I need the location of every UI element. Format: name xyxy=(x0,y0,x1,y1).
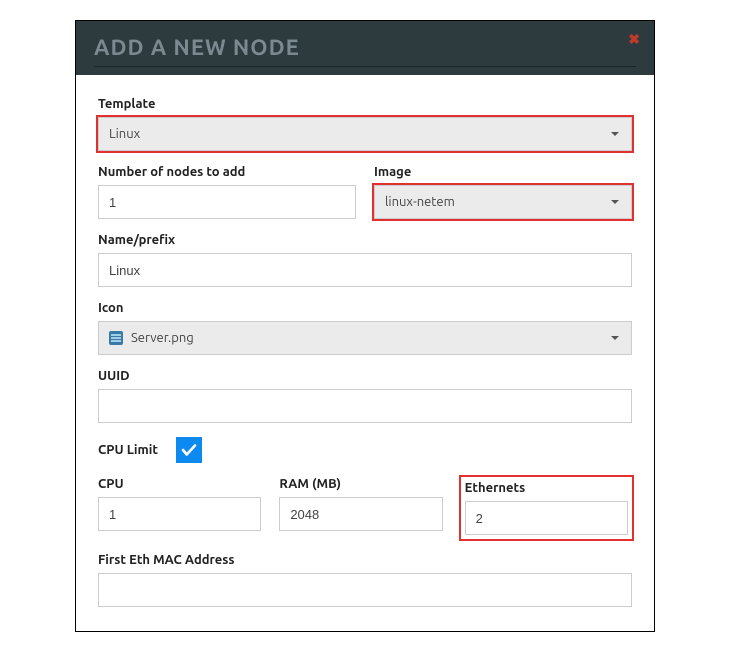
template-label: Template xyxy=(98,97,632,111)
image-field: Image linux-netem xyxy=(374,165,632,219)
cpu-label: CPU xyxy=(98,477,261,491)
num-nodes-field: Number of nodes to add xyxy=(98,165,356,219)
first-mac-label: First Eth MAC Address xyxy=(98,553,632,567)
cpu-field: CPU xyxy=(98,477,261,539)
cpu-input[interactable] xyxy=(109,498,250,530)
ethernets-field: Ethernets xyxy=(461,477,632,539)
num-nodes-input[interactable] xyxy=(109,186,345,218)
image-label: Image xyxy=(374,165,632,179)
name-prefix-input-wrap xyxy=(98,253,632,287)
num-nodes-label: Number of nodes to add xyxy=(98,165,356,179)
image-value: linux-netem xyxy=(385,195,455,209)
cpu-limit-checkbox[interactable] xyxy=(176,437,202,463)
add-node-dialog: ADD A NEW NODE ✖ Template Linux Number o… xyxy=(75,20,655,632)
ethernets-input[interactable] xyxy=(476,502,617,534)
cpu-limit-field: CPU Limit xyxy=(98,437,632,463)
icon-label: Icon xyxy=(98,301,632,315)
server-icon xyxy=(109,331,123,345)
uuid-field: UUID xyxy=(98,369,632,423)
ram-input-wrap xyxy=(279,497,442,531)
template-value: Linux xyxy=(109,127,140,141)
check-icon xyxy=(180,441,198,459)
chevron-down-icon xyxy=(611,336,619,340)
name-prefix-field: Name/prefix xyxy=(98,233,632,287)
num-nodes-input-wrap xyxy=(98,185,356,219)
icon-select[interactable]: Server.png xyxy=(98,321,632,355)
uuid-input[interactable] xyxy=(109,390,621,422)
chevron-down-icon xyxy=(611,132,619,136)
ethernets-label: Ethernets xyxy=(465,481,628,495)
dialog-title: ADD A NEW NODE xyxy=(94,35,636,67)
template-select[interactable]: Linux xyxy=(98,117,632,151)
uuid-input-wrap xyxy=(98,389,632,423)
icon-value: Server.png xyxy=(131,331,194,345)
first-mac-input[interactable] xyxy=(109,574,621,606)
first-mac-field: First Eth MAC Address xyxy=(98,553,632,607)
close-icon[interactable]: ✖ xyxy=(628,31,640,48)
cpu-limit-label: CPU Limit xyxy=(98,443,158,457)
name-prefix-input[interactable] xyxy=(109,254,621,286)
ram-input[interactable] xyxy=(290,498,431,530)
ram-label: RAM (MB) xyxy=(279,477,442,491)
uuid-label: UUID xyxy=(98,369,632,383)
ram-field: RAM (MB) xyxy=(279,477,442,539)
template-field: Template Linux xyxy=(98,97,632,151)
icon-field: Icon Server.png xyxy=(98,301,632,355)
first-mac-input-wrap xyxy=(98,573,632,607)
image-select[interactable]: linux-netem xyxy=(374,185,632,219)
cpu-input-wrap xyxy=(98,497,261,531)
dialog-header: ADD A NEW NODE ✖ xyxy=(76,21,654,75)
ethernets-input-wrap xyxy=(465,501,628,535)
name-prefix-label: Name/prefix xyxy=(98,233,632,247)
dialog-body: Template Linux Number of nodes to add Im… xyxy=(76,75,654,631)
chevron-down-icon xyxy=(611,200,619,204)
